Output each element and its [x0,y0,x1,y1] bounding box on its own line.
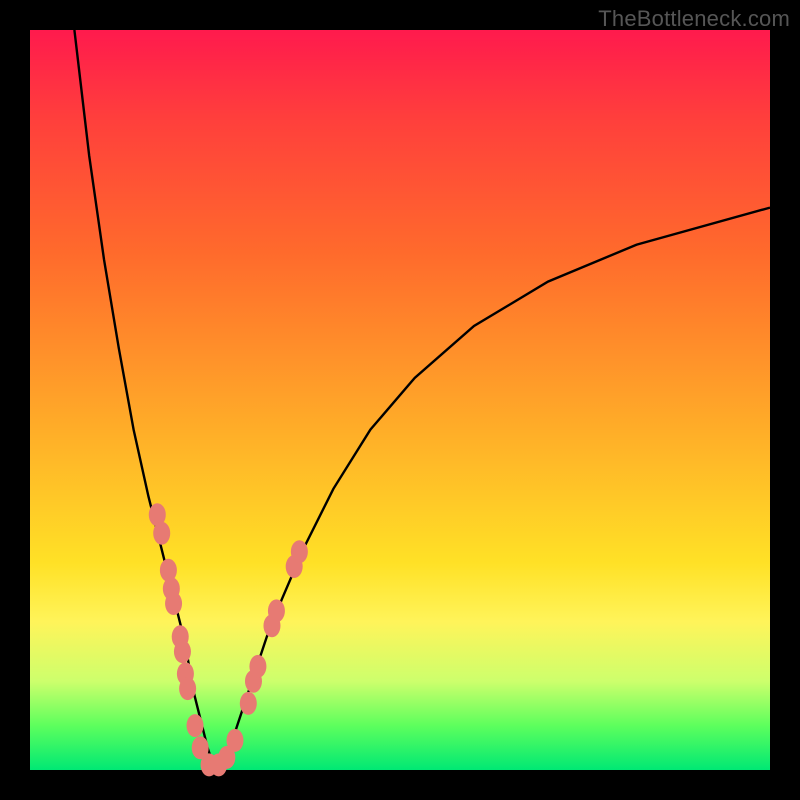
data-dot [226,729,243,752]
chart-frame: TheBottleneck.com [0,0,800,800]
data-dot [291,540,308,563]
data-dot [187,714,204,737]
data-dot [249,655,266,678]
data-dots [149,503,308,776]
curve-right-branch [215,208,770,770]
curve-layer [30,30,770,770]
data-dot [240,692,257,715]
data-dot [153,522,170,545]
data-dot [165,592,182,615]
data-dot [268,599,285,622]
curve-left-branch [74,30,215,770]
data-dot [174,640,191,663]
data-dot [179,677,196,700]
watermark-text: TheBottleneck.com [598,6,790,32]
plot-area [30,30,770,770]
